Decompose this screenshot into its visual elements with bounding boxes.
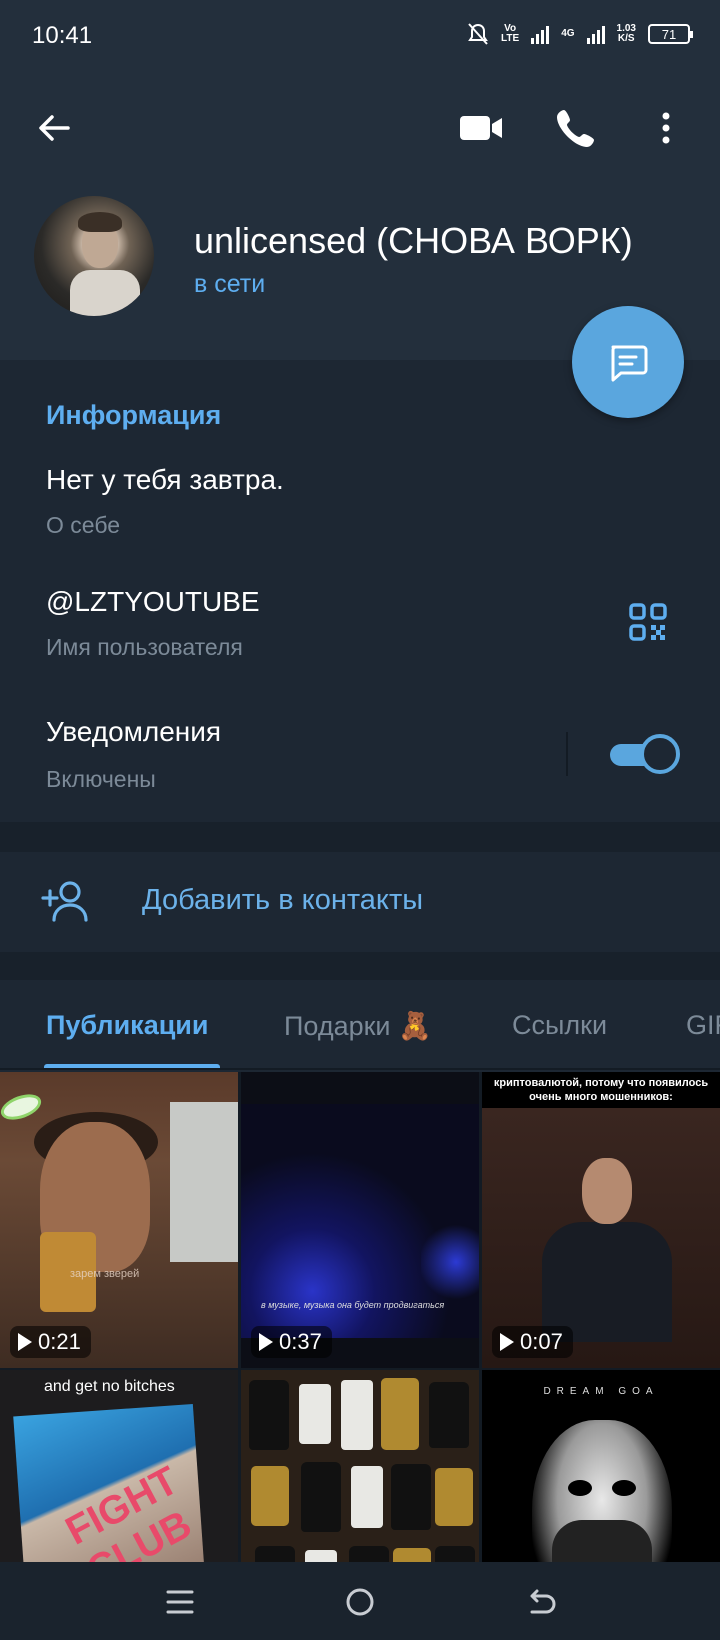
media-caption: and get no bitches (44, 1378, 175, 1395)
tab-links[interactable]: Ссылки (512, 1010, 607, 1041)
arrow-left-icon[interactable] (34, 108, 74, 148)
video-duration: 0:07 (492, 1326, 573, 1358)
media-tile[interactable]: FIGHT CLUB and get no bitches (0, 1370, 238, 1562)
tab-posts[interactable]: Публикации (46, 1010, 209, 1041)
network-type: 4G (561, 28, 575, 39)
sticker-icon (0, 1089, 45, 1125)
avatar[interactable] (34, 196, 154, 316)
info-title: Информация (46, 400, 222, 430)
menu-icon[interactable] (160, 1582, 200, 1622)
media-tile[interactable]: криптовалютой, потому что появилось очен… (482, 1072, 720, 1368)
profile-name: unlicensed (СНОВА ВОРК) (194, 220, 633, 261)
back-icon[interactable] (520, 1582, 560, 1622)
signal-icon (531, 24, 550, 44)
qr-code-icon[interactable] (628, 602, 668, 642)
message-icon (611, 345, 648, 382)
battery-level: 71 (661, 26, 677, 42)
section-divider-2 (0, 952, 720, 980)
status-time: 10:41 (32, 22, 93, 49)
play-icon (18, 1333, 32, 1351)
tab-gifts[interactable]: Подарки 🧸 (284, 1010, 432, 1042)
video-duration: 0:21 (10, 1326, 91, 1358)
system-nav-bar (0, 1562, 720, 1640)
battery-icon: 71 (648, 24, 693, 44)
home-icon[interactable] (340, 1582, 380, 1622)
add-contact-row[interactable]: Добавить в контакты (0, 852, 720, 952)
volte-indicator: Vo LTE (501, 23, 520, 44)
active-tab-indicator (44, 1064, 220, 1068)
online-status: в сети (194, 270, 266, 298)
info-section: Информация Нет у тебя завтра. О себе @LZ… (0, 360, 720, 822)
video-camera-icon[interactable] (458, 108, 504, 148)
notifications-toggle[interactable] (610, 734, 680, 774)
media-tile[interactable]: DREAM GOA (482, 1370, 720, 1562)
net-speed: 1.03 K/S (617, 24, 636, 44)
video-duration: 0:37 (251, 1326, 332, 1358)
media-tabs: Публикации Подарки 🧸 Ссылки GIF (0, 980, 720, 1070)
more-vertical-icon[interactable] (656, 108, 676, 148)
message-button[interactable] (572, 306, 684, 418)
username-label: Имя пользователя (46, 634, 243, 660)
duration-text: 0:37 (279, 1329, 322, 1354)
media-tile[interactable]: зарем зверей 0:21 (0, 1072, 238, 1368)
duration-text: 0:07 (520, 1329, 563, 1354)
media-tile[interactable] (241, 1370, 479, 1562)
media-caption: зарем зверей (70, 1268, 140, 1280)
net-speed-unit: K/S (617, 33, 635, 44)
play-icon (500, 1333, 514, 1351)
notifications-text[interactable]: Уведомления (46, 716, 221, 748)
signal-icon-2 (586, 24, 605, 44)
media-caption: DREAM GOA (543, 1386, 659, 1397)
status-icons: Vo LTE 4G 1.03 K/S 71 (467, 22, 693, 46)
media-grid: зарем зверей 0:21 в музыке, музыка она б… (0, 1072, 720, 1562)
media-caption: в музыке, музыка она будет продвигаться (261, 1300, 445, 1310)
status-bar: 10:41 Vo LTE 4G 1.03 K/S 71 (0, 0, 720, 72)
phone-icon[interactable] (554, 106, 598, 150)
add-user-icon (41, 881, 88, 922)
bio-text[interactable]: Нет у тебя завтра. (46, 464, 284, 496)
username-text[interactable]: @LZTYOUTUBE (46, 586, 260, 618)
duration-text: 0:21 (38, 1329, 81, 1354)
divider (566, 732, 568, 776)
bell-off-icon (468, 23, 488, 45)
add-contact-label: Добавить в контакты (142, 884, 424, 916)
section-divider (0, 822, 720, 852)
play-icon (259, 1333, 273, 1351)
notifications-state: Включены (46, 766, 156, 792)
bio-label: О себе (46, 512, 121, 538)
media-tile[interactable]: в музыке, музыка она будет продвигаться … (241, 1072, 479, 1368)
tab-gif[interactable]: GIF (686, 1010, 720, 1041)
media-caption: криптовалютой, потому что появилось очен… (482, 1072, 720, 1108)
